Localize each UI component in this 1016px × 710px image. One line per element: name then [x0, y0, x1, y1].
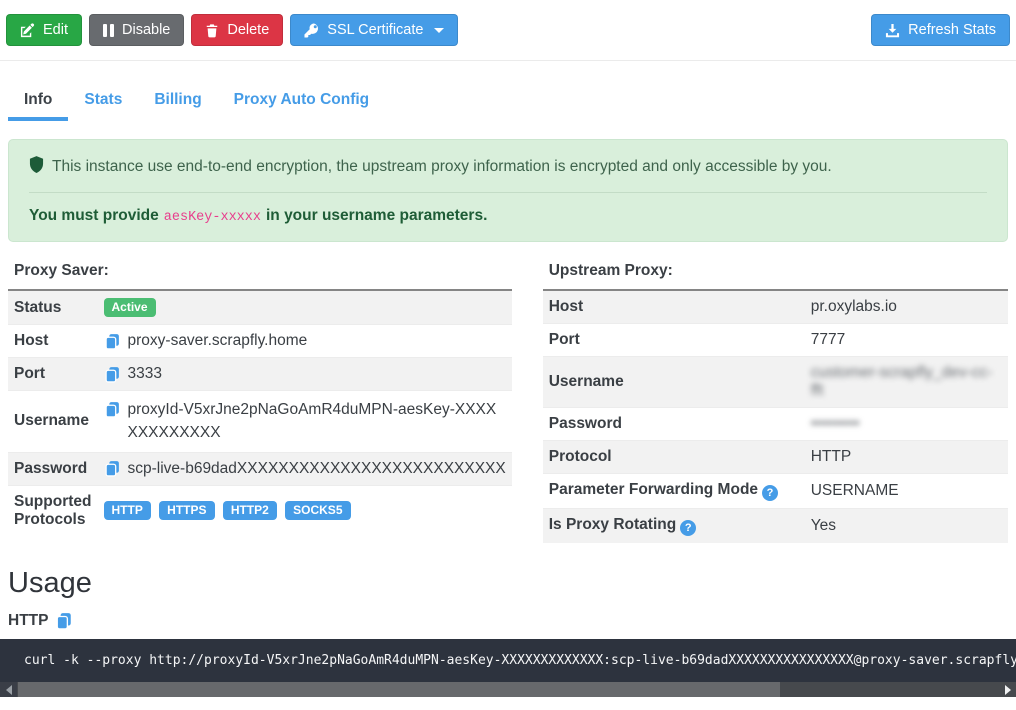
rotating-label: Is Proxy Rotating: [549, 516, 676, 533]
upstream-password-value-redacted: •••••••••: [811, 415, 860, 432]
code-horizontal-scrollbar[interactable]: [0, 682, 1016, 697]
curl-command: curl -k --proxy http://proxyId-V5xrJne2p…: [0, 639, 1016, 682]
table-row: Password •••••••••: [543, 408, 1008, 441]
protocol-badge-http: HTTP: [104, 501, 151, 520]
refresh-stats-button-label: Refresh Stats: [908, 22, 996, 38]
upstream-host-label: Host: [543, 290, 805, 324]
copy-icon[interactable]: [104, 401, 121, 418]
upstream-proxy-title: Upstream Proxy:: [543, 262, 1008, 290]
proxy-saver-title: Proxy Saver:: [8, 262, 512, 290]
tab-proxy-auto-config[interactable]: Proxy Auto Config: [218, 82, 385, 121]
status-badge: Active: [104, 298, 156, 317]
table-row: Parameter Forwarding Mode? USERNAME: [543, 474, 1008, 509]
scrollbar-left-arrow[interactable]: [0, 682, 17, 697]
chevron-down-icon: [434, 28, 444, 33]
toolbar: Edit Disable Delete SSL Certificate Refr…: [0, 0, 1016, 61]
forwarding-mode-label: Parameter Forwarding Mode: [549, 481, 758, 498]
table-row: Port 3333: [8, 358, 512, 391]
copy-icon[interactable]: [104, 366, 121, 383]
host-label: Host: [8, 325, 98, 358]
proxy-saver-port-value: 3333: [128, 365, 162, 383]
aeskey-note: You must provide aesKey-xxxxx in your user…: [29, 207, 987, 225]
trash-icon: [205, 23, 219, 38]
copy-icon[interactable]: [55, 612, 73, 630]
table-row: Username customer-scrapfly_dev-cc-fft: [543, 357, 1008, 408]
username-label: Username: [8, 391, 98, 453]
tab-bar: Info Stats Billing Proxy Auto Config: [8, 82, 1008, 121]
proxy-saver-password-value: scp-live-b69dadXXXXXXXXXXXXXXXXXXXXXXXXX…: [128, 460, 506, 478]
upstream-username-label: Username: [543, 357, 805, 408]
table-row: Username proxyId-V5xrJne2pNaGoAmR4duMPN-…: [8, 391, 512, 453]
port-label: Port: [8, 358, 98, 391]
rotating-value: Yes: [805, 509, 1008, 544]
upstream-password-label: Password: [543, 408, 805, 441]
pencil-icon: [20, 23, 35, 38]
help-icon[interactable]: ?: [680, 520, 696, 536]
upstream-host-value: pr.oxylabs.io: [805, 290, 1008, 324]
scrollbar-right-arrow[interactable]: [999, 682, 1016, 697]
table-row: Port 7777: [543, 324, 1008, 357]
proxy-saver-host-value: proxy-saver.scrapfly.home: [128, 332, 308, 350]
status-label: Status: [8, 290, 98, 325]
protocol-badge-socks5: SOCKS5: [285, 501, 350, 520]
table-row: Protocol HTTP: [543, 441, 1008, 474]
edit-button-label: Edit: [43, 22, 68, 38]
upstream-protocol-value: HTTP: [805, 441, 1008, 474]
usage-code-block: curl -k --proxy http://proxyId-V5xrJne2p…: [0, 639, 1016, 697]
table-row: Host pr.oxylabs.io: [543, 290, 1008, 324]
encryption-alert: This instance use end-to-end encryption,…: [8, 139, 1008, 242]
upstream-proxy-table: Upstream Proxy: Host pr.oxylabs.io Port …: [543, 262, 1008, 543]
tab-billing[interactable]: Billing: [138, 82, 217, 121]
details-section: Proxy Saver: Status Active Host proxy-sa…: [8, 262, 1008, 543]
proxy-saver-username-value: proxyId-V5xrJne2pNaGoAmR4duMPN-aesKey-XX…: [128, 398, 506, 445]
shield-icon: [29, 156, 44, 178]
aeskey-note-prefix: You must provide: [29, 207, 159, 224]
protocol-badge-http2: HTTP2: [223, 501, 277, 520]
table-row: Host proxy-saver.scrapfly.home: [8, 325, 512, 358]
forwarding-mode-value: USERNAME: [805, 474, 1008, 509]
tab-info[interactable]: Info: [8, 82, 68, 121]
encryption-notice-text: This instance use end-to-end encryption,…: [52, 158, 832, 176]
upstream-port-label: Port: [543, 324, 805, 357]
action-button-group: Edit Disable Delete SSL Certificate: [6, 14, 458, 46]
tab-stats[interactable]: Stats: [68, 82, 138, 121]
delete-button[interactable]: Delete: [191, 14, 283, 46]
usage-http-row: HTTP: [8, 612, 1008, 630]
supported-protocols-label: Supported Protocols: [8, 485, 98, 536]
password-label: Password: [8, 452, 98, 485]
supported-protocols-badges: HTTP HTTPS HTTP2 SOCKS5: [98, 485, 512, 536]
proxy-saver-table: Proxy Saver: Status Active Host proxy-sa…: [8, 262, 512, 536]
ssl-certificate-button[interactable]: SSL Certificate: [290, 14, 458, 46]
pause-icon: [103, 24, 114, 37]
upstream-username-value-redacted: customer-scrapfly_dev-cc-fft: [811, 364, 993, 399]
upstream-protocol-label: Protocol: [543, 441, 805, 474]
table-row: Password scp-live-b69dadXXXXXXXXXXXXXXXX…: [8, 452, 512, 485]
usage-title: Usage: [8, 567, 1008, 600]
ssl-certificate-button-label: SSL Certificate: [327, 22, 423, 38]
scrollbar-thumb[interactable]: [18, 682, 780, 697]
protocol-badge-https: HTTPS: [159, 501, 214, 520]
edit-button[interactable]: Edit: [6, 14, 82, 46]
disable-button-label: Disable: [122, 22, 170, 38]
key-icon: [304, 23, 319, 38]
table-row: Status Active: [8, 290, 512, 325]
aeskey-note-suffix: in your username parameters.: [266, 207, 487, 224]
help-icon[interactable]: ?: [762, 485, 778, 501]
delete-button-label: Delete: [227, 22, 269, 38]
disable-button[interactable]: Disable: [89, 14, 184, 46]
copy-icon[interactable]: [104, 460, 121, 477]
alert-divider: [29, 192, 987, 193]
refresh-stats-button[interactable]: Refresh Stats: [871, 14, 1010, 46]
usage-http-label: HTTP: [8, 612, 48, 630]
download-icon: [885, 23, 900, 38]
table-row: Supported Protocols HTTP HTTPS HTTP2 SOC…: [8, 485, 512, 536]
copy-icon[interactable]: [104, 333, 121, 350]
table-row: Is Proxy Rotating? Yes: [543, 509, 1008, 544]
aeskey-code: aesKey-xxxxx: [164, 210, 261, 225]
upstream-port-value: 7777: [805, 324, 1008, 357]
